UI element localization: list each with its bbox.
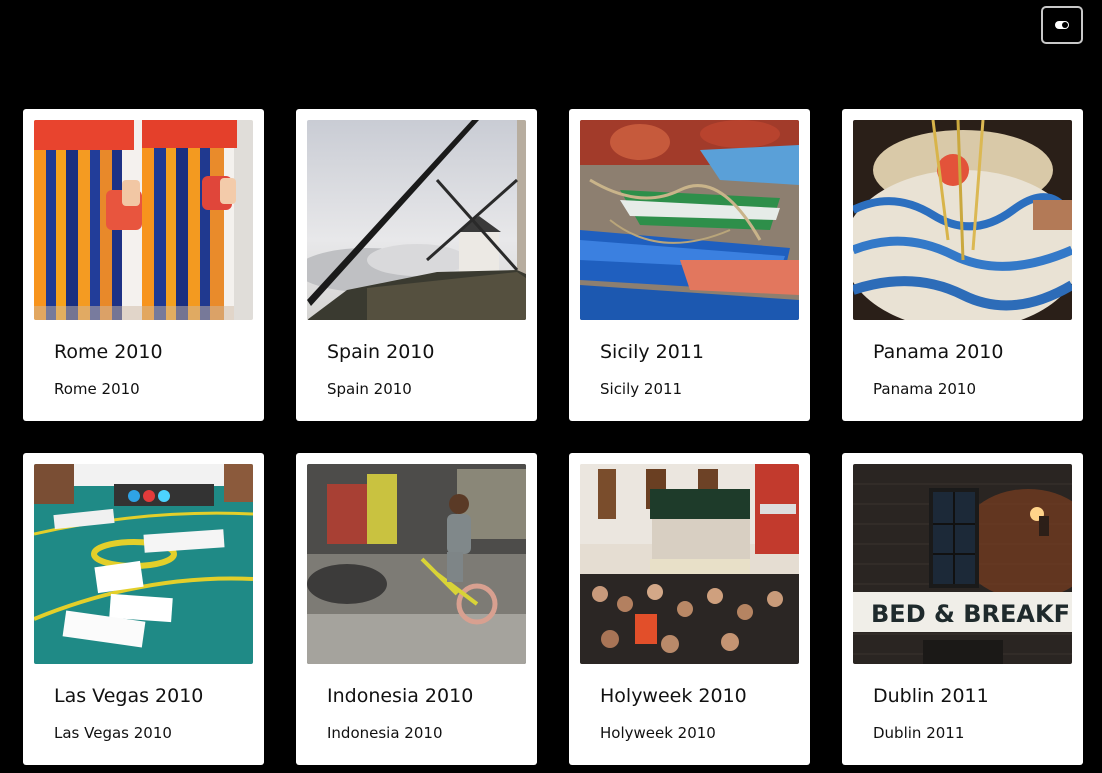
pollera-dress-image [853, 120, 1072, 320]
card-subtitle: Indonesia 2010 [327, 724, 443, 742]
card-title: Panama 2010 [873, 341, 1004, 363]
gallery-card-las-vegas[interactable]: Las Vegas 2010 Las Vegas 2010 [23, 453, 264, 765]
card-title: Indonesia 2010 [327, 685, 474, 707]
boy-on-bicycle-image [307, 464, 526, 664]
card-subtitle: Dublin 2011 [873, 724, 965, 742]
toggle-icon [1055, 21, 1069, 29]
gallery-card-rome[interactable]: Rome 2010 Rome 2010 [23, 109, 264, 421]
swiss-guard-image [34, 120, 253, 320]
card-title: Sicily 2011 [600, 341, 704, 363]
gallery-card-panama[interactable]: Panama 2010 Panama 2010 [842, 109, 1083, 421]
card-title: Las Vegas 2010 [54, 685, 204, 707]
card-subtitle: Spain 2010 [327, 380, 412, 398]
card-subtitle: Las Vegas 2010 [54, 724, 172, 742]
card-title: Rome 2010 [54, 341, 163, 363]
theme-toggle-button[interactable] [1041, 6, 1083, 44]
card-title: Spain 2010 [327, 341, 435, 363]
card-subtitle: Holyweek 2010 [600, 724, 716, 742]
procession-crowd-image [580, 464, 799, 664]
gallery-card-spain[interactable]: Spain 2010 Spain 2010 [296, 109, 537, 421]
card-title: Dublin 2011 [873, 685, 989, 707]
gallery-card-holyweek[interactable]: Holyweek 2010 Holyweek 2010 [569, 453, 810, 765]
gallery-card-dublin[interactable]: BED & BREAKF Dublin 2011 Dublin 2011 [842, 453, 1083, 765]
gallery-card-sicily[interactable]: Sicily 2011 Sicily 2011 [569, 109, 810, 421]
card-subtitle: Sicily 2011 [600, 380, 683, 398]
bed-and-breakfast-wall-image: BED & BREAKF [853, 464, 1072, 664]
card-subtitle: Rome 2010 [54, 380, 140, 398]
svg-text:BED & BREAKF: BED & BREAKF [871, 600, 1070, 628]
gallery-card-indonesia[interactable]: Indonesia 2010 Indonesia 2010 [296, 453, 537, 765]
windmill-image [307, 120, 526, 320]
fishing-boats-image [580, 120, 799, 320]
card-subtitle: Panama 2010 [873, 380, 977, 398]
blackjack-table-image [34, 464, 253, 664]
card-title: Holyweek 2010 [600, 685, 747, 707]
